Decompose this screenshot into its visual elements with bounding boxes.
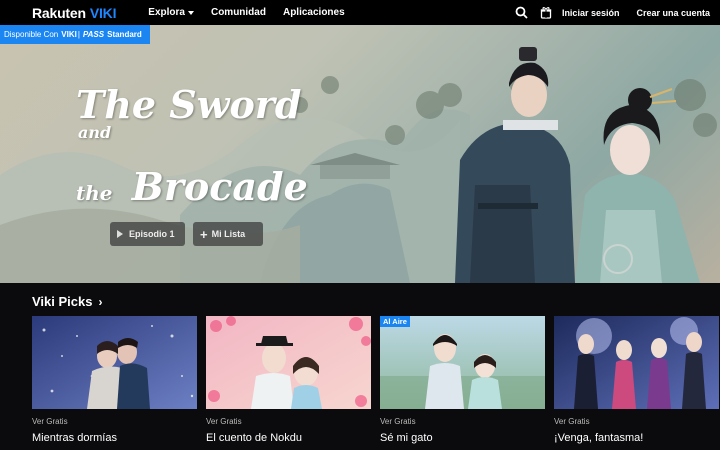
card-tag: Ver Gratis: [380, 417, 416, 426]
viki-picks-title: Viki Picks: [32, 294, 93, 309]
show-thumbnail[interactable]: [554, 316, 719, 409]
gift-icon[interactable]: [538, 5, 554, 21]
chevron-right-icon: ›: [98, 294, 103, 309]
card-tag: Ver Gratis: [554, 417, 590, 426]
live-badge: Al Aire: [380, 316, 410, 327]
chevron-down-icon: [187, 10, 194, 15]
show-card[interactable]: Ver Gratis Mientras dormías: [32, 316, 197, 444]
nav-explore-label: Explora: [148, 7, 185, 18]
hero-title-the: the: [76, 180, 113, 205]
card-title: Mientras dormías: [32, 432, 117, 444]
add-to-list-button[interactable]: + Mi Lista: [193, 222, 263, 246]
signup-link[interactable]: Crear una cuenta: [636, 8, 710, 18]
logo-viki: VIKI: [89, 4, 117, 21]
show-card[interactable]: Ver Gratis ¡Venga, fantasma!: [554, 316, 719, 444]
viki-picks-heading[interactable]: Viki Picks ›: [32, 294, 102, 309]
show-thumbnail[interactable]: [206, 316, 371, 409]
badge-pass: PASS: [82, 30, 105, 39]
nav-explore[interactable]: Explora: [148, 7, 194, 18]
badge-viki: VIKI: [61, 30, 77, 39]
show-thumbnail[interactable]: [32, 316, 197, 409]
play-icon: [117, 230, 123, 238]
nav-actions: Iniciar sesión Crear una cuenta: [514, 0, 710, 25]
hero-banner[interactable]: Disponible Con VIKI | PASS Standard The …: [0, 25, 720, 283]
hero-title-line1: The Sword: [76, 82, 302, 127]
show-thumbnail[interactable]: Al Aire: [380, 316, 545, 409]
card-title: ¡Venga, fantasma!: [554, 432, 644, 444]
hero-title-and: and: [78, 122, 112, 142]
picks-carousel: Ver Gratis Mientras dormías Ver Gratis E…: [32, 316, 719, 444]
nav-apps[interactable]: Aplicaciones: [283, 7, 345, 18]
search-icon[interactable]: [514, 5, 530, 21]
play-episode-button[interactable]: Episodio 1: [110, 222, 185, 246]
top-navbar: Rakuten VIKI Explora Comunidad Aplicacio…: [0, 0, 720, 25]
card-title: Sé mi gato: [380, 432, 433, 444]
nav-community[interactable]: Comunidad: [211, 7, 266, 18]
rakuten-viki-logo[interactable]: Rakuten VIKI: [32, 5, 116, 21]
show-card[interactable]: Ver Gratis El cuento de Nokdu: [206, 316, 371, 444]
card-title: El cuento de Nokdu: [206, 432, 303, 444]
badge-prefix: Disponible Con: [4, 30, 59, 39]
hero-title-line2: Brocade: [131, 163, 308, 209]
logo-rakuten: Rakuten: [32, 4, 86, 21]
card-tag: Ver Gratis: [32, 417, 68, 426]
hero-title: The Sword and the Brocade: [76, 85, 316, 207]
vikipass-badge: Disponible Con VIKI | PASS Standard: [0, 25, 150, 44]
card-tag: Ver Gratis: [206, 417, 242, 426]
plus-icon: +: [200, 226, 208, 242]
add-to-list-label: Mi Lista: [211, 229, 246, 239]
main-nav: Explora Comunidad Aplicaciones: [148, 7, 344, 18]
login-link[interactable]: Iniciar sesión: [562, 8, 620, 18]
show-card[interactable]: Al Aire Ver Gratis Sé mi gato: [380, 316, 545, 444]
play-episode-label: Episodio 1: [129, 229, 175, 239]
badge-tier: Standard: [107, 30, 142, 39]
